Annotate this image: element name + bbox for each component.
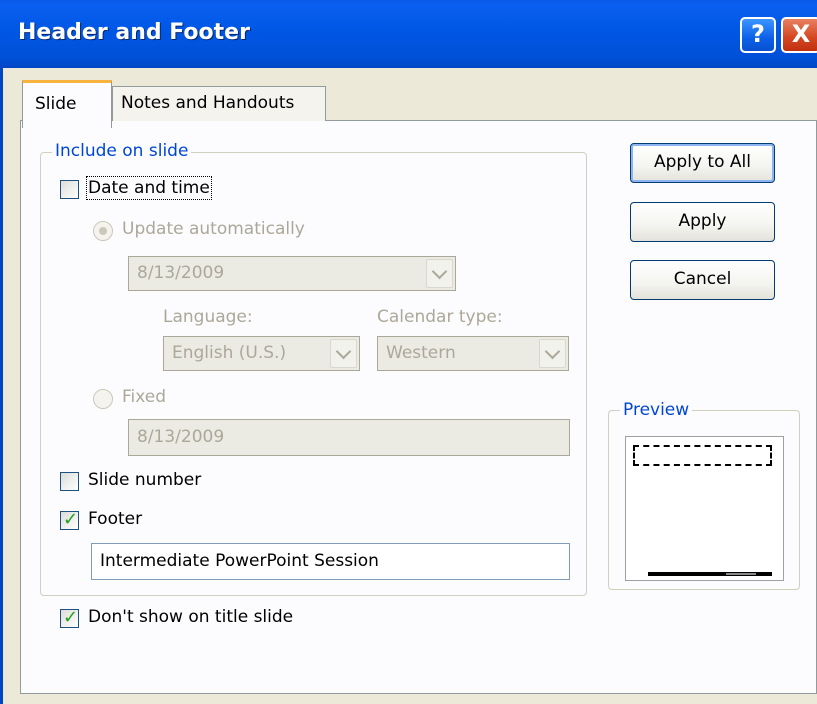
preview-legend: Preview	[620, 400, 693, 420]
chevron-down-icon[interactable]	[539, 339, 566, 368]
tab-label: Slide	[35, 94, 77, 114]
language-dropdown[interactable]: English (U.S.)	[163, 336, 360, 371]
calendar-type-label: Calendar type:	[377, 307, 503, 327]
close-button[interactable]: X	[781, 17, 817, 53]
checkmark-icon: ✓	[63, 509, 79, 530]
chevron-down-icon[interactable]	[426, 259, 453, 288]
fixed-radio[interactable]	[93, 389, 113, 409]
title-bar: Header and Footer ? X	[0, 0, 817, 68]
help-icon: ?	[751, 20, 765, 48]
date-format-dropdown[interactable]: 8/13/2009	[128, 256, 456, 291]
dont-show-title-label[interactable]: Don't show on title slide	[88, 607, 293, 627]
slide-number-label[interactable]: Slide number	[88, 470, 201, 490]
footer-label[interactable]: Footer	[88, 509, 142, 529]
footer-checkbox[interactable]: ✓	[60, 509, 79, 530]
update-automatically-label: Update automatically	[122, 219, 305, 239]
date-time-label[interactable]: Date and time	[86, 176, 212, 200]
tab-slide[interactable]: Slide	[22, 80, 112, 128]
chevron-down-icon[interactable]	[330, 339, 357, 368]
preview-date-placeholder	[633, 445, 772, 466]
apply-button[interactable]: Apply	[630, 202, 775, 242]
cancel-button[interactable]: Cancel	[630, 260, 775, 300]
footer-text-input[interactable]: Intermediate PowerPoint Session	[91, 543, 570, 580]
calendar-type-value: Western	[386, 343, 456, 363]
language-label: Language:	[163, 307, 253, 327]
tab-notes-and-handouts[interactable]: Notes and Handouts	[112, 86, 326, 121]
calendar-type-dropdown[interactable]: Western	[377, 336, 569, 371]
radio-dot	[99, 227, 107, 235]
update-automatically-radio[interactable]	[93, 221, 113, 241]
preview-footer-highlight	[726, 573, 756, 575]
slide-number-checkbox[interactable]: ✓	[60, 472, 79, 491]
date-format-value: 8/13/2009	[137, 263, 225, 283]
fixed-date-input[interactable]: 8/13/2009	[128, 419, 570, 456]
dont-show-title-checkbox[interactable]: ✓	[60, 607, 79, 628]
include-on-slide-legend: Include on slide	[52, 141, 192, 161]
window-title: Header and Footer	[18, 20, 250, 45]
date-time-checkbox[interactable]: ✓	[60, 180, 79, 199]
apply-to-all-button[interactable]: Apply to All	[630, 143, 775, 183]
fixed-label: Fixed	[122, 387, 167, 407]
language-value: English (U.S.)	[172, 343, 287, 363]
tab-label: Notes and Handouts	[121, 93, 295, 113]
help-button[interactable]: ?	[740, 17, 776, 53]
checkmark-icon: ✓	[63, 607, 79, 628]
close-icon: X	[791, 20, 811, 48]
